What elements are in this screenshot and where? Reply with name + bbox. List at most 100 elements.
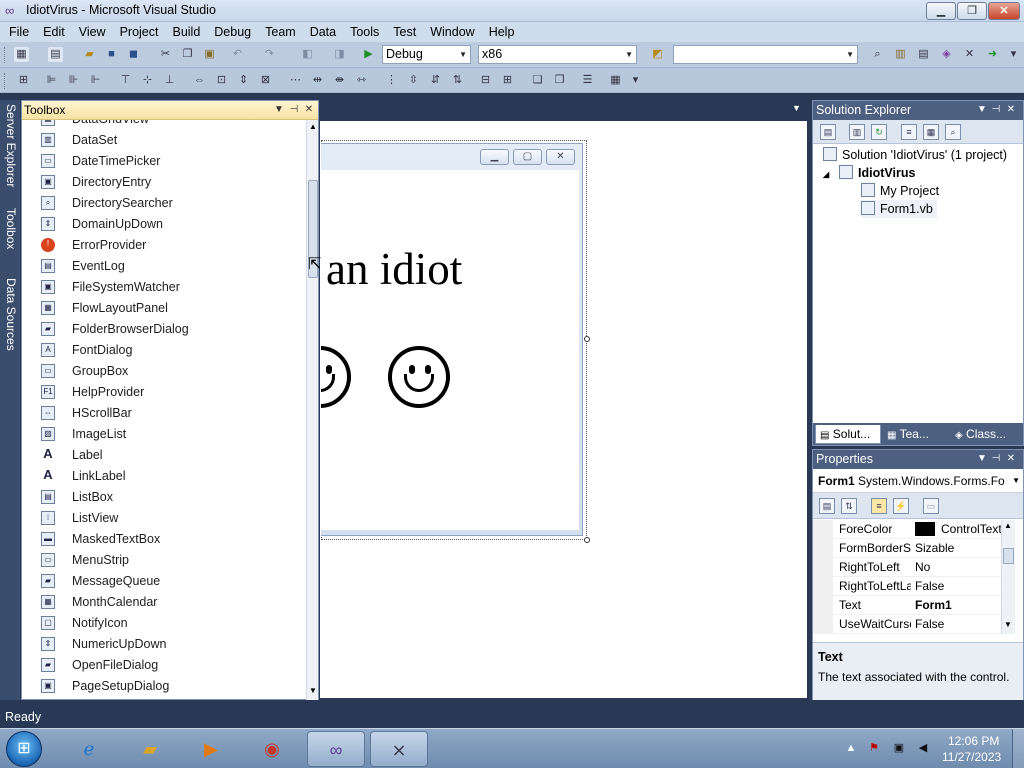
- increase-horizontal-spacing-icon[interactable]: ⇹: [310, 73, 325, 88]
- toolbox-item[interactable]: ▥ DataSet: [22, 130, 306, 151]
- toolbox-item[interactable]: ▦ DataGridView: [22, 120, 306, 130]
- scroll-up-icon[interactable]: ▲: [1004, 521, 1012, 530]
- internet-explorer-button[interactable]: ℯ: [60, 731, 118, 767]
- object-browser-icon[interactable]: ◈: [939, 47, 954, 62]
- start-button[interactable]: ⊞: [6, 731, 42, 767]
- tab-class-view[interactable]: ◈ Class...: [955, 425, 1021, 444]
- paste-icon[interactable]: ▣: [202, 47, 217, 62]
- toolbox-item[interactable]: ▬ MaskedTextBox: [22, 529, 306, 550]
- media-player-button[interactable]: ▶: [182, 731, 240, 767]
- object-selector[interactable]: Form1 System.Windows.Forms.Fo ▼: [813, 469, 1023, 493]
- toolbox-item[interactable]: ▣ PageSetupDialog: [22, 676, 306, 697]
- align-to-grid-icon[interactable]: ⊞: [16, 73, 31, 88]
- categorized-icon[interactable]: ▤: [819, 498, 835, 514]
- vb-app-taskbar-button[interactable]: ⨯: [370, 731, 428, 767]
- toolbox-item[interactable]: ⇕ DomainUpDown: [22, 214, 306, 235]
- toolbox-item[interactable]: F1 HelpProvider: [22, 382, 306, 403]
- toolbox-item[interactable]: A LinkLabel: [22, 466, 306, 487]
- menu-file[interactable]: File: [2, 22, 36, 42]
- menu-tools[interactable]: Tools: [343, 22, 386, 42]
- find-in-files-icon[interactable]: ◩: [650, 47, 665, 62]
- toolbox-item[interactable]: ▭ MenuStrip: [22, 550, 306, 571]
- center-horizontally-icon[interactable]: ⊟: [478, 73, 493, 88]
- pin-icon[interactable]: ⊣: [989, 102, 1003, 117]
- toolbox-item[interactable]: ▰ MessageQueue: [22, 571, 306, 592]
- cut-icon[interactable]: ✂: [158, 47, 173, 62]
- chevron-down-icon[interactable]: ▼: [975, 451, 989, 466]
- menu-edit[interactable]: Edit: [36, 22, 72, 42]
- navigate-backward-icon[interactable]: ◧: [300, 47, 315, 62]
- toolbox-item[interactable]: A FontDialog: [22, 340, 306, 361]
- toolbar-grip[interactable]: [4, 47, 7, 63]
- close-icon[interactable]: ✕: [1004, 102, 1018, 117]
- toolbox-item[interactable]: ▦ FlowLayoutPanel: [22, 298, 306, 319]
- resize-handle-corner[interactable]: [584, 537, 590, 543]
- toolbox-item[interactable]: ! ErrorProvider: [22, 235, 306, 256]
- property-value[interactable]: No: [915, 558, 1001, 577]
- chrome-button[interactable]: ◉: [243, 731, 301, 767]
- toolbox-item[interactable]: ▤ ListBox: [22, 487, 306, 508]
- network-icon[interactable]: ▣: [892, 741, 906, 755]
- send-to-back-icon[interactable]: ❐: [552, 73, 567, 88]
- toolbox-item[interactable]: ⌕ DirectorySearcher: [22, 193, 306, 214]
- view-code-icon[interactable]: ≡: [901, 124, 917, 140]
- properties-header[interactable]: Properties ▼ ⊣ ✕: [813, 450, 1023, 469]
- tab-team-explorer[interactable]: ▦ Tea...: [887, 425, 947, 444]
- alphabetical-icon[interactable]: ⇅: [841, 498, 857, 514]
- navigate-forward-icon[interactable]: ◨: [332, 47, 347, 62]
- remove-horizontal-spacing-icon[interactable]: ⇿: [354, 73, 369, 88]
- toolbox-item[interactable]: ▭ DateTimePicker: [22, 151, 306, 172]
- property-pages-icon[interactable]: ▭: [923, 498, 939, 514]
- toolbox-item[interactable]: ▦ MonthCalendar: [22, 592, 306, 613]
- tree-my-project[interactable]: My Project: [861, 182, 939, 200]
- toolbar-options-icon[interactable]: ▾: [628, 73, 643, 88]
- close-icon[interactable]: ✕: [302, 102, 316, 117]
- property-value[interactable]: False: [915, 615, 1001, 634]
- toolbar-grip[interactable]: [4, 73, 7, 89]
- toolbox-item[interactable]: ▰ FolderBrowserDialog: [22, 319, 306, 340]
- menu-data[interactable]: Data: [303, 22, 343, 42]
- toolbox-item[interactable]: ⇔ HScrollBar: [22, 403, 306, 424]
- save-icon[interactable]: ■: [104, 47, 119, 62]
- clock-date[interactable]: 11/27/2023: [942, 750, 1001, 764]
- properties-scrollbar[interactable]: ▲ ▼: [1001, 520, 1015, 634]
- start-page-icon[interactable]: ➜: [985, 47, 1000, 62]
- form-maximize-button[interactable]: ▢: [513, 149, 542, 165]
- align-centers-icon[interactable]: ⊪: [66, 73, 81, 88]
- menu-test[interactable]: Test: [386, 22, 423, 42]
- toolbar-options-icon[interactable]: ▾: [1006, 47, 1021, 62]
- center-vertically-icon[interactable]: ⊞: [500, 73, 515, 88]
- property-row[interactable]: UseWaitCursor False: [813, 615, 1001, 634]
- file-explorer-button[interactable]: ▰: [121, 731, 179, 767]
- show-all-files-icon[interactable]: ▥: [849, 124, 865, 140]
- property-row[interactable]: RightToLeftLayout False: [813, 577, 1001, 596]
- toolbox-icon[interactable]: ✕: [962, 47, 977, 62]
- increase-vertical-spacing-icon[interactable]: ⇳: [406, 73, 421, 88]
- align-lefts-icon[interactable]: ⊫: [44, 73, 59, 88]
- volume-muted-icon[interactable]: ◀: [916, 741, 930, 755]
- size-to-grid-icon[interactable]: ⊡: [214, 73, 229, 88]
- toolbox-item[interactable]: ▨ ImageList: [22, 424, 306, 445]
- find-combo[interactable]: ▼: [673, 45, 858, 64]
- solution-platform-select[interactable]: x86 ▼: [478, 45, 637, 64]
- toolbox-item[interactable]: ▰ OpenFileDialog: [22, 655, 306, 676]
- chevron-down-icon[interactable]: ▼: [975, 102, 989, 117]
- menu-view[interactable]: View: [72, 22, 113, 42]
- solution-explorer-icon[interactable]: ▥: [893, 47, 908, 62]
- toolbox-tab[interactable]: Toolbox: [2, 208, 18, 272]
- property-value[interactable]: Sizable: [915, 539, 1001, 558]
- minimize-button[interactable]: ▁: [926, 2, 956, 20]
- menu-build[interactable]: Build: [165, 22, 207, 42]
- tab-order-icon[interactable]: ☰: [580, 73, 595, 88]
- property-value[interactable]: Form1: [915, 596, 1001, 615]
- data-sources-tab[interactable]: Data Sources: [2, 278, 18, 368]
- chevron-down-icon[interactable]: ▼: [792, 103, 801, 113]
- redo-icon[interactable]: ↷: [262, 47, 277, 62]
- events-icon[interactable]: ⚡: [893, 498, 909, 514]
- start-debugging-icon[interactable]: ▶: [361, 47, 376, 62]
- remove-vertical-spacing-icon[interactable]: ⇅: [450, 73, 465, 88]
- resize-handle-right[interactable]: [584, 336, 590, 342]
- make-same-size-icon[interactable]: ⊠: [258, 73, 273, 88]
- vertical-spacing-icon[interactable]: ⋮: [384, 73, 399, 88]
- add-item-icon[interactable]: ▤: [48, 47, 63, 62]
